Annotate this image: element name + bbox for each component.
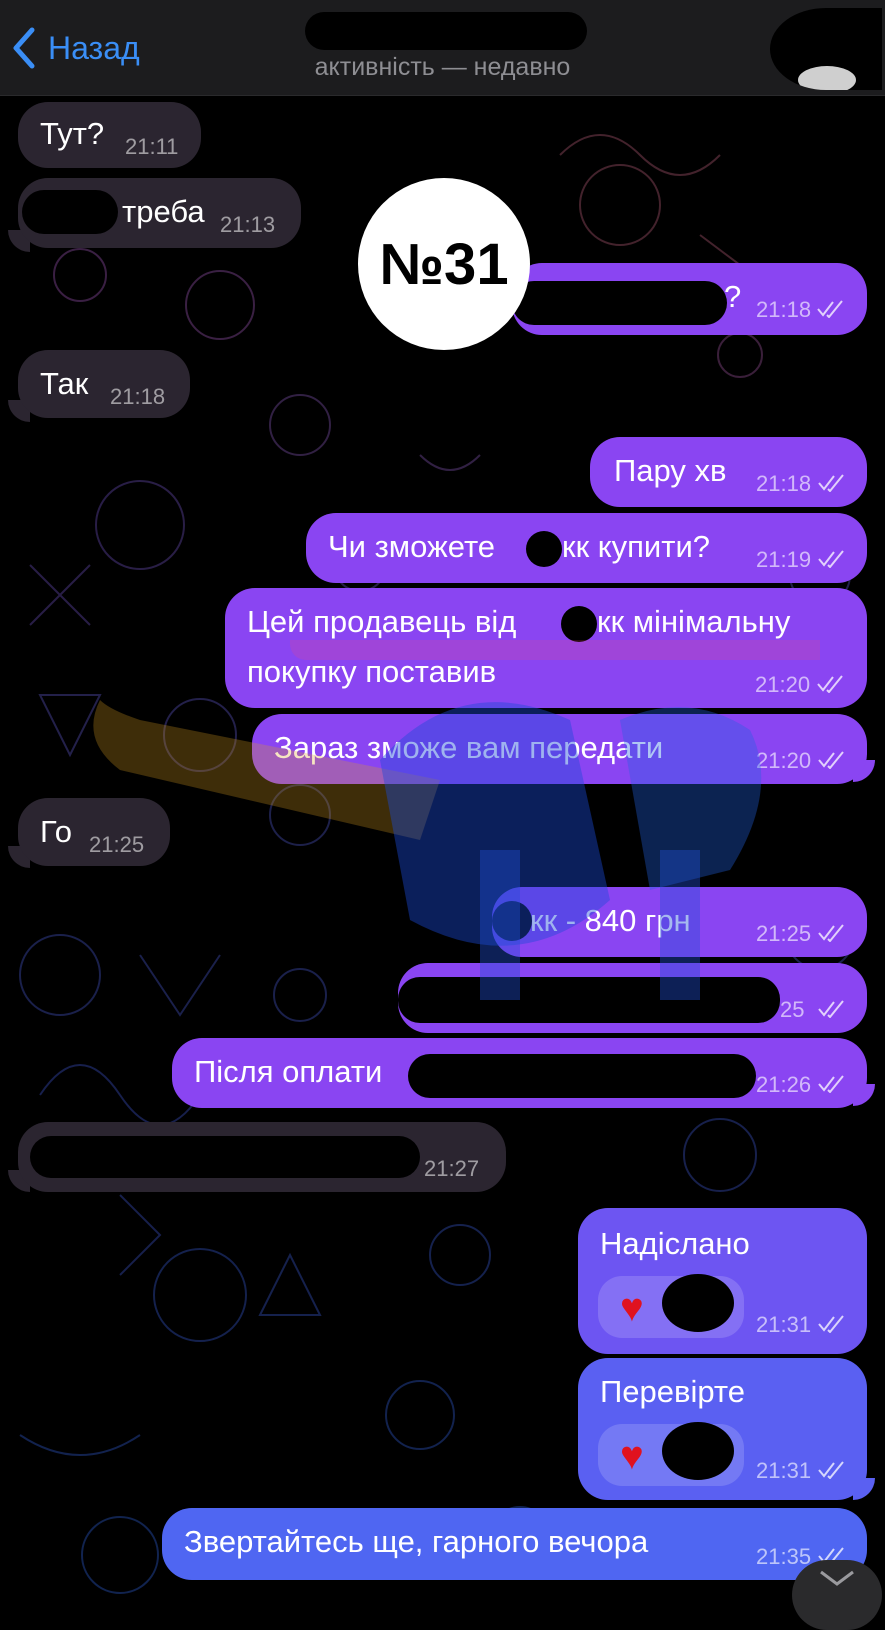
message-incoming[interactable]: Го 21:25	[18, 798, 170, 866]
message-outgoing[interactable]: Чи зможете кк купити? 21:19	[306, 513, 867, 583]
message-text: Го	[40, 814, 72, 849]
heart-icon: ♥	[620, 1434, 644, 1478]
message-time: 21:18	[756, 297, 812, 322]
message-text: треба	[122, 194, 205, 229]
number-badge: №31	[358, 178, 530, 350]
message-outgoing[interactable]: ? 21:18	[512, 263, 867, 335]
redacted-text	[22, 190, 118, 234]
message-incoming[interactable]: 21:27	[18, 1122, 506, 1192]
message-outgoing[interactable]: Надіслано ♥ 21:31	[578, 1208, 867, 1354]
redacted-text	[408, 1054, 756, 1098]
chat-status: активність — недавно	[314, 53, 571, 81]
message-text: кк купити?	[562, 529, 711, 564]
read-checkmarks-icon	[818, 751, 844, 769]
badge-label: №31	[379, 231, 509, 297]
message-text: Зараз зможе вам передати	[274, 730, 664, 765]
read-checkmarks-icon	[817, 300, 843, 318]
message-text: Тут?	[40, 116, 105, 151]
chat-title-redacted[interactable]	[305, 12, 587, 50]
message-time: 21:19	[756, 547, 812, 572]
message-time: 21:25	[89, 832, 145, 857]
read-checkmarks-icon	[818, 1315, 844, 1333]
message-text: Після оплати	[194, 1054, 383, 1089]
message-text: ?	[724, 279, 742, 314]
message-text: Цей продавець від	[247, 604, 517, 639]
read-checkmarks-icon	[818, 1461, 844, 1479]
message-time: 21:20	[756, 748, 812, 773]
read-checkmarks-icon	[818, 1000, 844, 1018]
heart-icon: ♥	[620, 1286, 644, 1330]
message-text: Надіслано	[600, 1226, 750, 1261]
scroll-down-button[interactable]	[792, 1560, 882, 1630]
message-time: 21:25	[756, 921, 812, 946]
message-time: 21:11	[125, 134, 179, 159]
message-text: Так	[40, 366, 89, 401]
message-incoming[interactable]: треба 21:13	[18, 178, 301, 248]
message-outgoing[interactable]: Пару хв 21:18	[590, 437, 867, 507]
message-time: 21:20	[755, 672, 811, 697]
message-text: Перевірте	[600, 1374, 746, 1409]
chat-header: Назад активність — недавно	[0, 0, 885, 96]
redacted-text	[398, 977, 780, 1023]
message-time: 21:35	[756, 1544, 812, 1569]
reaction-chip[interactable]: ♥	[598, 1274, 744, 1338]
redacted-avatar	[662, 1274, 734, 1332]
redacted-text	[512, 281, 727, 325]
redacted-dot	[561, 606, 597, 642]
message-time: 21:13	[220, 212, 276, 237]
message-time: 21:26	[756, 1072, 812, 1097]
message-text: покупку поставив	[247, 654, 497, 689]
message-outgoing[interactable]: Після оплати 21:26	[172, 1038, 867, 1108]
redacted-dot	[526, 531, 562, 567]
message-time: 21:18	[756, 471, 812, 496]
redacted-text	[30, 1136, 420, 1178]
message-outgoing[interactable]: кк - 840 грн 21:25	[492, 887, 867, 957]
reaction-chip[interactable]: ♥	[598, 1422, 744, 1486]
redacted-avatar	[662, 1422, 734, 1480]
message-outgoing[interactable]: Перевірте ♥ 21:31	[578, 1358, 867, 1500]
message-text: кк мінімальну	[597, 604, 791, 639]
redacted-dot	[492, 901, 532, 941]
message-time: 25	[780, 997, 805, 1022]
message-outgoing[interactable]: Цей продавець від кк мінімальну покупку …	[225, 588, 867, 708]
message-time: 21:31	[756, 1312, 812, 1337]
message-outgoing[interactable]: 25	[398, 963, 867, 1033]
message-time: 21:31	[756, 1458, 812, 1483]
read-checkmarks-icon	[818, 1075, 844, 1093]
chevron-down-icon	[820, 1570, 854, 1586]
avatar[interactable]	[770, 8, 882, 90]
message-incoming[interactable]: Тут? 21:11	[18, 102, 201, 168]
read-checkmarks-icon	[817, 675, 843, 693]
message-time: 21:18	[110, 384, 166, 409]
message-incoming[interactable]: Так 21:18	[18, 350, 190, 418]
message-text: кк - 840 грн	[530, 903, 691, 938]
read-checkmarks-icon	[818, 550, 844, 568]
read-checkmarks-icon	[818, 924, 844, 942]
message-text: Чи зможете	[328, 529, 496, 564]
message-time: 21:27	[424, 1156, 480, 1181]
read-checkmarks-icon	[818, 474, 844, 492]
message-text: Звертайтесь ще, гарного вечора	[184, 1524, 649, 1559]
message-outgoing[interactable]: Звертайтесь ще, гарного вечора 21:35	[162, 1508, 867, 1580]
message-text: Пару хв	[614, 453, 727, 488]
message-outgoing[interactable]: Зараз зможе вам передати 21:20	[252, 714, 867, 784]
